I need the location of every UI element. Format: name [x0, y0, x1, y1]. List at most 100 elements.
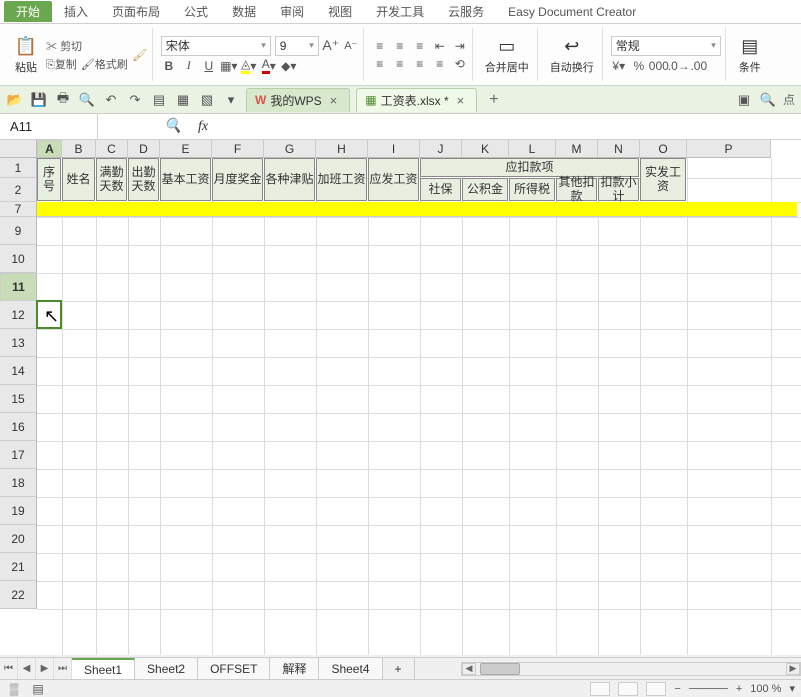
fx-button[interactable]: fx [188, 114, 218, 139]
decrease-decimal-button[interactable]: .00 [691, 58, 707, 74]
column-header[interactable]: H [316, 140, 368, 158]
row-header[interactable]: 15 [0, 385, 37, 413]
row-header[interactable]: 9 [0, 217, 37, 245]
zoom-in-button[interactable]: + [736, 683, 742, 695]
row-header[interactable]: 21 [0, 553, 37, 581]
percent-button[interactable]: % [631, 58, 647, 74]
row-header[interactable]: 2 [0, 178, 37, 202]
cell-grid[interactable] [37, 158, 801, 655]
font-size-select[interactable]: 9▾ [275, 36, 319, 56]
zoom-out-button[interactable]: − [674, 683, 680, 695]
wps-home-tab[interactable]: W 我的WPS × [246, 88, 350, 112]
qat-icon-2[interactable]: ▦ [174, 91, 192, 109]
scrollbar-thumb[interactable] [480, 663, 520, 675]
status-icon-2[interactable]: ▤ [30, 681, 46, 697]
row-header[interactable]: 11 [0, 273, 37, 301]
column-header[interactable]: N [598, 140, 640, 158]
status-icon-1[interactable]: ▒ [6, 681, 22, 697]
column-header[interactable]: J [420, 140, 462, 158]
add-tab-button[interactable]: + [483, 91, 504, 109]
column-header[interactable]: C [96, 140, 128, 158]
sheet-tab[interactable]: OFFSET [198, 658, 270, 679]
format-painter-button[interactable]: 🖌格式刷 [81, 56, 128, 72]
menu-tab-insert[interactable]: 插入 [52, 1, 100, 22]
row-header[interactable]: 16 [0, 413, 37, 441]
column-header[interactable]: M [556, 140, 598, 158]
wrap-text-button[interactable]: ↩ 自动换行 [546, 33, 598, 77]
save-icon[interactable]: 💾 [30, 91, 48, 109]
qat-icon-3[interactable]: ▧ [198, 91, 216, 109]
row-header[interactable]: 19 [0, 497, 37, 525]
tab-nav-next[interactable]: ▶ [36, 658, 54, 679]
font-name-select[interactable]: 宋体▾ [161, 36, 271, 56]
row-header[interactable]: 13 [0, 329, 37, 357]
comma-button[interactable]: 000 [651, 58, 667, 74]
zoom-level[interactable]: 100 % [750, 683, 781, 695]
menu-tab-data[interactable]: 数据 [220, 1, 268, 22]
zoom-dropdown-icon[interactable]: ▾ [789, 682, 795, 695]
format-painter-small-button[interactable]: 🖌 [132, 47, 148, 63]
underline-button[interactable]: U [201, 58, 217, 74]
align-bottom-button[interactable]: ≡ [412, 38, 428, 54]
close-icon[interactable]: × [326, 93, 342, 108]
settings-icon[interactable]: ▣ [735, 91, 753, 109]
menu-tab-view[interactable]: 视图 [316, 1, 364, 22]
decrease-font-button[interactable]: A⁻ [343, 38, 359, 54]
zoom-lens-icon[interactable]: 🔍 [158, 114, 188, 139]
sheet-tab[interactable]: Sheet1 [72, 658, 135, 679]
column-header[interactable]: G [264, 140, 316, 158]
merge-center-button[interactable]: ▭ 合并居中 [481, 33, 533, 77]
align-top-button[interactable]: ≡ [372, 38, 388, 54]
border-button[interactable]: ▦▾ [221, 58, 237, 74]
row-header[interactable]: 18 [0, 469, 37, 497]
orientation-button[interactable]: ⟲ [452, 56, 468, 72]
fill-color-button[interactable]: ◬▾ [241, 58, 257, 74]
open-icon[interactable]: 📂 [6, 91, 24, 109]
redo-icon[interactable]: ↷ [126, 91, 144, 109]
formula-input[interactable] [218, 114, 801, 139]
row-header[interactable]: 12 [0, 301, 37, 329]
view-normal-button[interactable] [590, 682, 610, 696]
print-icon[interactable]: 🖶 [54, 91, 72, 109]
tab-nav-last[interactable]: ⏭ [54, 658, 72, 679]
bold-button[interactable]: B [161, 58, 177, 74]
add-sheet-button[interactable]: + [383, 658, 415, 679]
column-header[interactable]: B [62, 140, 96, 158]
menu-tab-formula[interactable]: 公式 [172, 1, 220, 22]
row-header[interactable]: 17 [0, 441, 37, 469]
close-icon[interactable]: × [453, 93, 469, 108]
column-header[interactable]: P [687, 140, 771, 158]
sheet-tab[interactable]: Sheet2 [135, 658, 198, 679]
column-header[interactable]: D [128, 140, 160, 158]
name-box[interactable]: A11 [0, 114, 98, 139]
column-header[interactable]: F [212, 140, 264, 158]
align-right-button[interactable]: ≡ [412, 56, 428, 72]
increase-font-button[interactable]: A⁺ [323, 38, 339, 54]
column-header[interactable]: E [160, 140, 212, 158]
paste-button[interactable]: 📋 粘贴 [10, 33, 42, 77]
column-header[interactable]: O [640, 140, 687, 158]
qat-more-icon[interactable]: ▾ [222, 91, 240, 109]
sheet-tab[interactable]: 解释 [270, 658, 319, 679]
number-format-select[interactable]: 常规▾ [611, 36, 721, 56]
row-header[interactable]: 7 [0, 202, 37, 217]
row-header[interactable]: 20 [0, 525, 37, 553]
menu-tab-pagelayout[interactable]: 页面布局 [100, 1, 172, 22]
align-center-button[interactable]: ≡ [392, 56, 408, 72]
menu-tab-edc[interactable]: Easy Document Creator [496, 3, 648, 21]
row-header[interactable]: 1 [0, 158, 37, 178]
print-preview-icon[interactable]: 🔍 [78, 91, 96, 109]
qat-icon-1[interactable]: ▤ [150, 91, 168, 109]
clear-format-button[interactable]: ◆▾ [281, 58, 297, 74]
column-header[interactable]: K [462, 140, 509, 158]
indent-increase-button[interactable]: ⇥ [452, 38, 468, 54]
horizontal-scrollbar[interactable]: ◀ ▶ [461, 662, 801, 676]
menu-tab-start[interactable]: 开始 [4, 1, 52, 22]
indent-decrease-button[interactable]: ⇤ [432, 38, 448, 54]
row-header[interactable]: 22 [0, 581, 37, 609]
currency-button[interactable]: ¥▾ [611, 58, 627, 74]
tab-nav-prev[interactable]: ◀ [18, 658, 36, 679]
align-justify-button[interactable]: ≡ [432, 56, 448, 72]
view-page-button[interactable] [618, 682, 638, 696]
row-header[interactable]: 14 [0, 357, 37, 385]
